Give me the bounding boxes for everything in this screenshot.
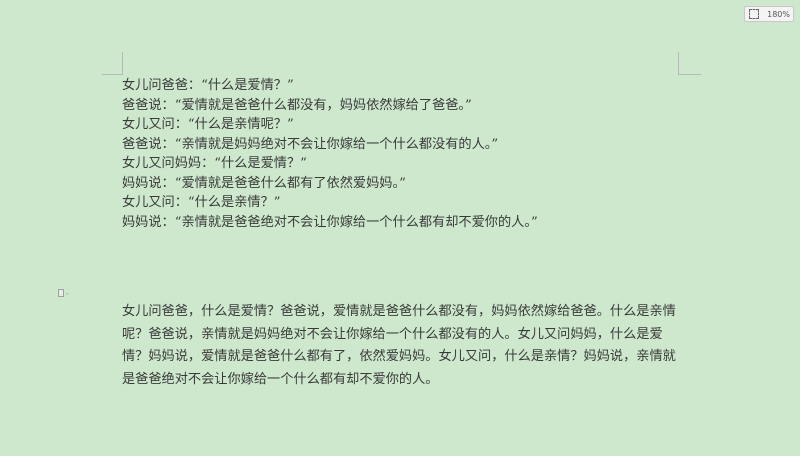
dialogue-line[interactable]: 妈妈说：“爱情就是爸爸什么都有了依然爱妈妈。” bbox=[122, 174, 538, 194]
paragraph-marker[interactable]: - bbox=[58, 288, 72, 298]
page-margin-corner-top-left bbox=[102, 52, 123, 75]
dialogue-line[interactable]: 女儿又问：“什么是亲情呢？” bbox=[122, 115, 538, 135]
dialogue-line[interactable]: 妈妈说：“亲情就是爸爸绝对不会让你嫁给一个什么都有却不爱你的人。” bbox=[122, 213, 538, 233]
dialogue-line[interactable]: 女儿问爸爸：“什么是爱情？” bbox=[122, 76, 538, 96]
zoom-control[interactable]: 180% bbox=[744, 6, 794, 22]
dialogue-line[interactable]: 爸爸说：“爱情就是爸爸什么都没有，妈妈依然嫁给了爸爸。” bbox=[122, 96, 538, 116]
dropdown-dash-icon: - bbox=[66, 288, 69, 298]
dialogue-line[interactable]: 女儿又问妈妈：“什么是爱情？” bbox=[122, 154, 538, 174]
dialogue-line[interactable]: 爸爸说：“亲情就是妈妈绝对不会让你嫁给一个什么都没有的人。” bbox=[122, 135, 538, 155]
dialogue-block[interactable]: 女儿问爸爸：“什么是爱情？” 爸爸说：“爱情就是爸爸什么都没有，妈妈依然嫁给了爸… bbox=[122, 76, 538, 232]
merged-paragraph[interactable]: 女儿问爸爸，什么是爱情？爸爸说，爱情就是爸爸什么都没有，妈妈依然嫁给爸爸。什么是… bbox=[122, 301, 682, 391]
fit-page-icon[interactable] bbox=[748, 8, 760, 20]
document-icon bbox=[58, 289, 64, 297]
page-margin-corner-top-right bbox=[678, 52, 701, 75]
dialogue-line[interactable]: 女儿又问：“什么是亲情？” bbox=[122, 193, 538, 213]
zoom-level-label[interactable]: 180% bbox=[767, 10, 790, 19]
